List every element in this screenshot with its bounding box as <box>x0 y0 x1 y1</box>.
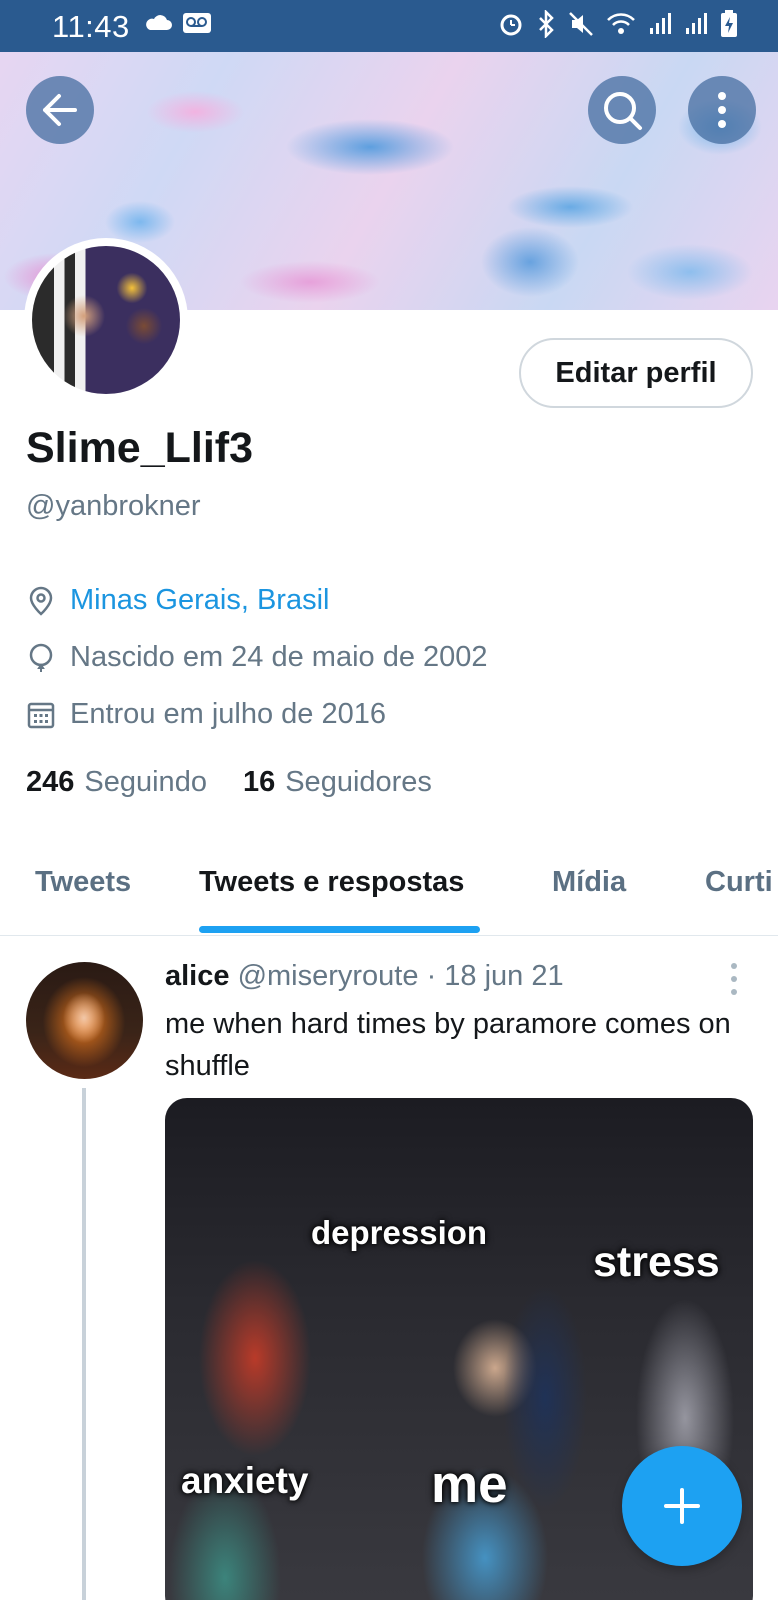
tweet-separator: · <box>426 960 437 992</box>
wifi-icon <box>607 13 635 34</box>
calendar-icon <box>26 700 56 730</box>
status-bar: 11:43 <box>0 0 778 52</box>
tweet-more-icon[interactable] <box>728 962 740 996</box>
tweet-author-name[interactable]: alice <box>165 960 230 992</box>
tweet-text: me when hard times by paramore comes on … <box>165 1008 731 1082</box>
joined-text: Entrou em julho de 2016 <box>70 698 386 730</box>
followers-label: Seguidores <box>285 766 432 798</box>
search-icon <box>604 92 642 130</box>
battery-icon <box>721 10 737 37</box>
thread-line <box>82 1088 86 1600</box>
following-label: Seguindo <box>84 766 207 798</box>
arrow-left-icon <box>43 94 77 126</box>
bluetooth-icon <box>539 10 554 38</box>
tab-likes[interactable]: Curti <box>705 866 773 899</box>
tweet-header: alice @miseryroute · 18 jun 21 <box>165 960 564 993</box>
tab-media[interactable]: Mídia <box>552 866 626 899</box>
display-name: Slime_Llif3 <box>26 424 254 472</box>
followers-link[interactable]: 16 Seguidores <box>243 766 432 799</box>
more-options-button[interactable] <box>688 76 756 144</box>
profile-avatar[interactable] <box>24 238 188 402</box>
search-button[interactable] <box>588 76 656 144</box>
profile-tabs: Tweets Tweets e respostas Mídia Curti <box>0 840 778 936</box>
tweet-author-handle[interactable]: @miseryroute <box>238 960 419 992</box>
birthday-text: Nascido em 24 de maio de 2002 <box>70 641 488 673</box>
active-tab-indicator <box>199 926 480 933</box>
voicemail-icon <box>183 13 211 33</box>
edit-profile-button[interactable]: Editar perfil <box>519 338 753 408</box>
signal-icon <box>650 13 671 34</box>
mute-icon <box>569 12 593 36</box>
tab-tweets-and-replies[interactable]: Tweets e respostas <box>199 866 464 899</box>
tweet-date[interactable]: 18 jun 21 <box>444 960 563 992</box>
cloud-icon <box>146 15 172 30</box>
image-caption-stress: stress <box>593 1238 720 1286</box>
image-caption-anxiety: anxiety <box>181 1460 309 1501</box>
profile-location: Minas Gerais, Brasil <box>26 584 329 617</box>
followers-count: 16 <box>242 766 276 798</box>
status-time: 11:43 <box>52 9 130 44</box>
balloon-icon <box>26 643 56 673</box>
following-count: 246 <box>26 766 75 798</box>
user-handle: @yanbrokner <box>26 490 201 522</box>
tweet-author-avatar[interactable] <box>26 962 143 1079</box>
location-pin-icon <box>26 586 56 616</box>
profile-joined: Entrou em julho de 2016 <box>26 698 386 731</box>
alarm-icon <box>500 14 522 36</box>
back-button[interactable] <box>26 76 94 144</box>
image-caption-depression: depression <box>311 1214 488 1251</box>
more-vertical-icon <box>718 92 726 128</box>
image-caption-me: me <box>431 1455 508 1514</box>
avatar-image <box>32 246 180 394</box>
follow-stats: 246 Seguindo 16 Seguidores <box>26 766 432 799</box>
signal-icon <box>686 13 707 34</box>
profile-birthday: Nascido em 24 de maio de 2002 <box>26 641 488 674</box>
location-link[interactable]: Minas Gerais, Brasil <box>70 584 329 617</box>
plus-icon <box>664 1488 700 1524</box>
tab-tweets[interactable]: Tweets <box>35 866 131 899</box>
compose-tweet-button[interactable] <box>622 1446 742 1566</box>
following-link[interactable]: 246 Seguindo <box>26 766 207 799</box>
